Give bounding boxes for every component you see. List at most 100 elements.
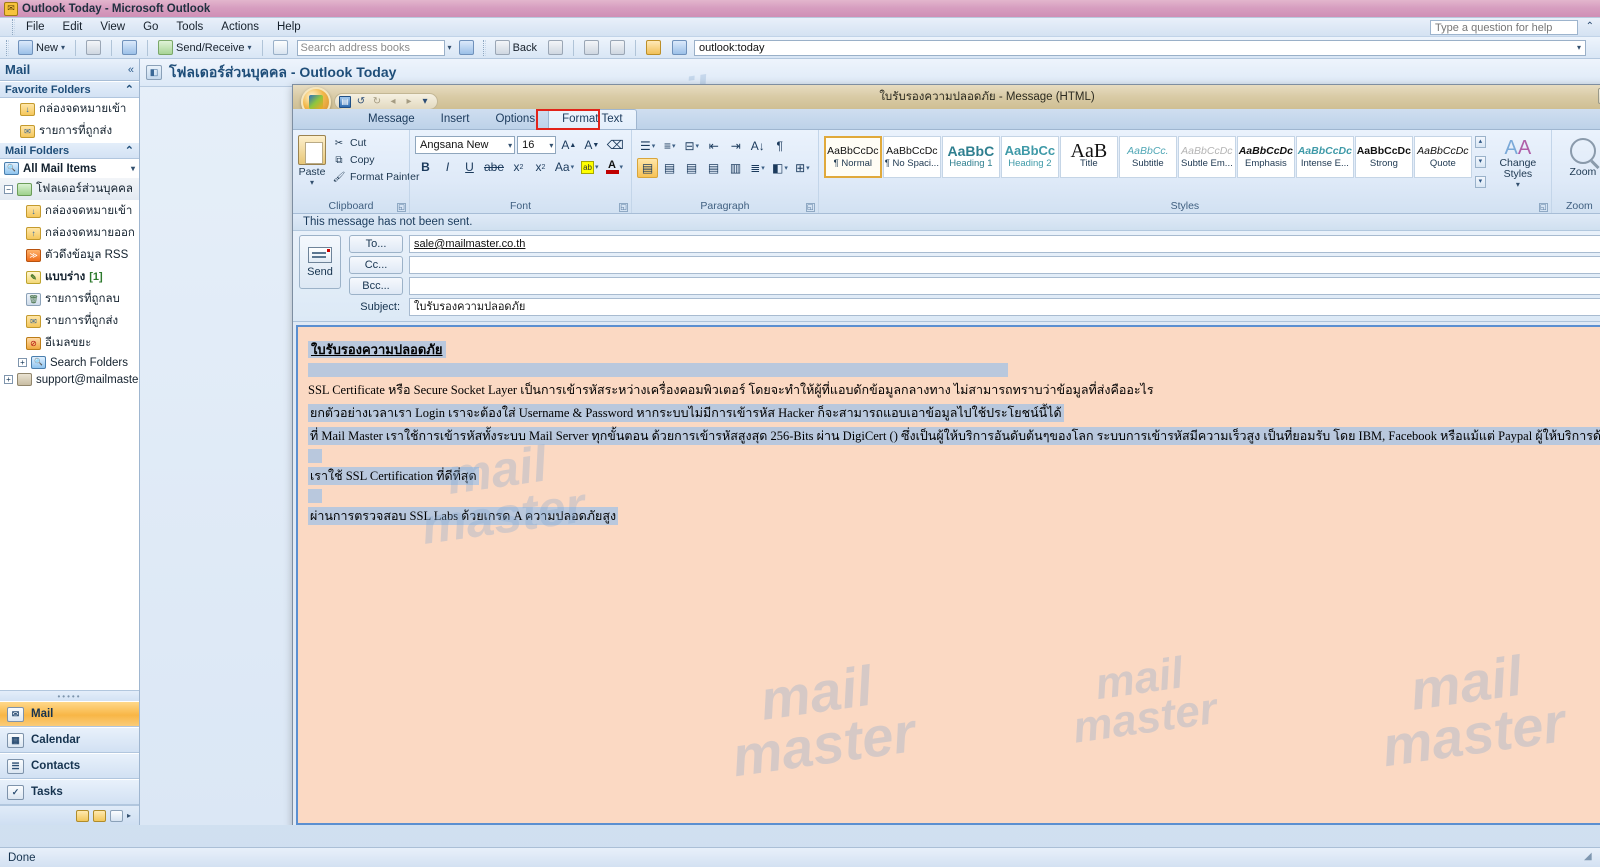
favorite-folders-section[interactable]: Favorite Folders ⌃ [0, 81, 139, 98]
chevron-up-icon[interactable]: ⌃ [125, 144, 134, 157]
bold-icon[interactable]: B [415, 157, 436, 177]
subject-input[interactable]: ใบรับรองความปลอดภัย [409, 298, 1600, 316]
folder-search-folders[interactable]: + Search Folders [0, 354, 139, 371]
move-to-folder-button[interactable] [118, 39, 141, 56]
send-receive-button[interactable]: Send/Receive ▾ [154, 39, 256, 56]
new-button[interactable]: New ▾ [14, 39, 69, 56]
justify-icon[interactable]: ▤ [703, 158, 724, 178]
font-size-combo[interactable]: 16 ▾ [517, 136, 557, 154]
undo-icon[interactable]: ↺ [355, 96, 367, 108]
send-button[interactable]: Send [299, 235, 341, 289]
underline-icon[interactable]: U [459, 157, 480, 177]
multilevel-list-icon[interactable]: ⊟ ▾ [681, 136, 702, 156]
increase-indent-icon[interactable]: ⇥ [725, 136, 746, 156]
help-button[interactable] [455, 39, 478, 56]
folder-personal-folders[interactable]: − โฟลเดอร์ส่วนบุคคล [0, 178, 139, 200]
folder-rss[interactable]: ตัวดึงข้อมูล RSS [0, 244, 139, 266]
style-emphasis[interactable]: AaBbCcDc Emphasis [1236, 136, 1295, 178]
borders-icon[interactable]: ⊞ ▾ [792, 158, 813, 178]
chevron-down-icon[interactable]: ▾ [1516, 180, 1520, 189]
bcc-button[interactable]: Bcc... [349, 277, 403, 295]
chevron-down-icon[interactable]: ▾ [1577, 41, 1581, 55]
styles-scroll-up-icon[interactable]: ▴ [1474, 136, 1486, 148]
style-title[interactable]: AaB Title [1059, 136, 1118, 178]
customize-icon[interactable]: ▾ [419, 96, 431, 108]
folder-support-store[interactable]: + support@mailmaster.co [0, 371, 139, 388]
print-button[interactable] [82, 39, 105, 56]
align-right-icon[interactable]: ▤ [681, 158, 702, 178]
all-mail-items-dropdown[interactable]: All Mail Items ▾ [0, 159, 139, 178]
mail-folders-section[interactable]: Mail Folders ⌃ [0, 142, 139, 159]
refresh-button[interactable] [606, 39, 629, 56]
italic-icon[interactable]: I [437, 157, 458, 177]
bcc-input[interactable] [409, 277, 1600, 295]
folder-junk[interactable]: อีเมลขยะ [0, 332, 139, 354]
to-button[interactable]: To... [349, 235, 403, 253]
expander-plus-icon[interactable]: + [18, 358, 27, 367]
shading-icon[interactable]: ◧ ▾ [769, 158, 791, 178]
paragraph-spacing-icon[interactable]: ≣ ▾ [747, 158, 768, 178]
favorite-item-sent[interactable]: รายการที่ถูกส่ง [0, 120, 139, 142]
font-name-combo[interactable]: Angsana New ▾ [415, 136, 516, 154]
chevron-down-icon[interactable]: ▾ [508, 141, 512, 150]
toolbar-grip[interactable] [6, 39, 9, 56]
paste-button[interactable]: Paste ▾ [298, 133, 326, 187]
menu-go[interactable]: Go [134, 19, 167, 35]
menu-help[interactable]: Help [268, 19, 310, 35]
previous-icon[interactable]: ◂ [387, 96, 399, 108]
menu-file[interactable]: File [17, 19, 54, 35]
menu-actions[interactable]: Actions [212, 19, 268, 35]
redo-icon[interactable]: ↻ [371, 96, 383, 108]
decrease-indent-icon[interactable]: ⇤ [703, 136, 724, 156]
font-dialog-launcher[interactable]: ◱ [619, 203, 628, 212]
style-normal[interactable]: AaBbCcDc ¶ Normal [823, 136, 882, 178]
folder-list-icon[interactable] [92, 809, 106, 822]
style-heading-2[interactable]: AaBbCc Heading 2 [1000, 136, 1059, 178]
chevron-up-icon[interactable]: ⌃ [125, 83, 134, 96]
chevron-down-icon[interactable]: ▾ [310, 178, 314, 187]
chevron-down-icon[interactable]: ▾ [248, 43, 252, 52]
sidebar-item-calendar[interactable]: ▦ Calendar [0, 727, 139, 753]
style-subtitle[interactable]: AaBbCc. Subtitle [1118, 136, 1177, 178]
paragraph-dialog-launcher[interactable]: ◱ [805, 203, 815, 212]
save-icon[interactable]: ▤ [339, 95, 351, 108]
to-input[interactable]: sale@mailmaster.co.th [409, 235, 1600, 253]
back-button[interactable]: Back [491, 39, 541, 56]
favorite-item-inbox[interactable]: กล่องจดหมายเข้า [0, 98, 139, 120]
address-book-button[interactable] [269, 39, 292, 56]
navpane-resize-grip[interactable]: ••••• [0, 690, 139, 701]
cc-button[interactable]: Cc... [349, 256, 403, 274]
folder-outbox[interactable]: กล่องจดหมายออก [0, 222, 139, 244]
menu-tools[interactable]: Tools [167, 19, 212, 35]
expander-plus-icon[interactable]: + [4, 375, 13, 384]
chevron-down-icon[interactable]: ▾ [549, 141, 553, 150]
chevron-down-icon[interactable]: ▾ [448, 43, 452, 52]
tab-options[interactable]: Options [482, 110, 548, 129]
find-button[interactable] [668, 39, 691, 56]
next-icon[interactable]: ▸ [403, 96, 415, 108]
folder-sent-items[interactable]: รายการที่ถูกส่ง [0, 310, 139, 332]
cc-input[interactable] [409, 256, 1600, 274]
align-left-icon[interactable]: ▤ [637, 158, 658, 178]
grow-font-icon[interactable]: A ▲ [558, 135, 579, 155]
shrink-font-icon[interactable]: A ▼ [581, 135, 602, 155]
styles-scroll-down-icon[interactable]: ▾ [1474, 156, 1486, 168]
text-highlight-icon[interactable]: ab ▾ [578, 157, 601, 177]
superscript-icon[interactable]: x2 [530, 157, 551, 177]
style-quote[interactable]: AaBbCcDc Quote [1413, 136, 1472, 178]
style-subtle-emphasis[interactable]: AaBbCcDc Subtle Em... [1177, 136, 1236, 178]
shortcuts-icon[interactable] [109, 809, 123, 822]
tab-format-text[interactable]: Format Text [548, 109, 637, 129]
chevron-double-left-icon[interactable]: « [128, 64, 134, 76]
line-spacing-icon[interactable]: ▥ [725, 158, 746, 178]
sidebar-item-tasks[interactable]: ✓ Tasks [0, 779, 139, 805]
font-color-icon[interactable]: A ▾ [603, 157, 626, 177]
style-strong[interactable]: AaBbCcDc Strong [1354, 136, 1413, 178]
styles-dialog-launcher[interactable]: ◱ [1538, 203, 1548, 212]
forward-button[interactable] [544, 39, 567, 56]
search-address-books-input[interactable]: Search address books [296, 39, 445, 56]
message-window-title-bar[interactable]: ▤ ↺ ↻ ◂ ▸ ▾ ใบรับรองความปลอดภัย - Messag… [293, 85, 1600, 117]
message-body-editor[interactable]: ◳ ใบรับรองความปลอดภัย SSL Certificate หร… [298, 327, 1600, 823]
styles-more-icon[interactable]: ▾ [1474, 176, 1486, 188]
tab-message[interactable]: Message [355, 110, 428, 129]
